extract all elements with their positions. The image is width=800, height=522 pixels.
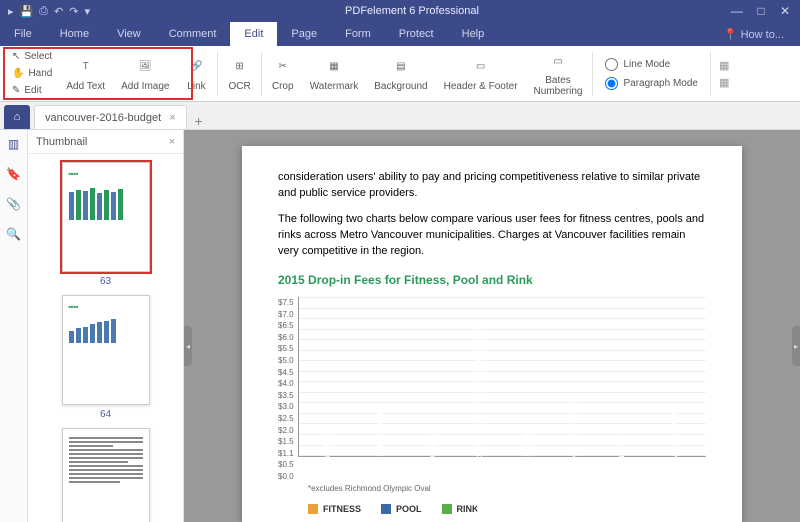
watermark-icon: ▦ [323,56,345,78]
header-footer-button[interactable]: ▭Header & Footer [436,49,526,99]
ribbon: ↖Select ✋Hand ✎Edit TAdd Text 🖼Add Image… [0,46,800,102]
search-icon[interactable]: 🔍 [6,226,22,242]
qat-more-icon[interactable]: ▾ [84,5,90,18]
background-icon: ▤ [390,56,412,78]
menu-home[interactable]: Home [46,22,103,46]
bookmarks-icon[interactable]: 🔖 [6,166,22,182]
align-group: ▦ ▦ [713,55,735,93]
minimize-button[interactable]: — [726,4,748,18]
thumbnail-list: ■■■■ 63 ■■■■ 64 65 [28,154,183,522]
thumbnail-page-number: 64 [62,409,150,420]
add-image-button[interactable]: 🖼Add Image [113,49,177,99]
legend-item: RINK [442,503,479,516]
link-icon: 🔗 [185,56,207,78]
body-text: The following two charts below compare v… [278,212,706,260]
link-button[interactable]: 🔗Link [177,49,215,99]
align-icon[interactable]: ▦ [719,59,729,72]
menu-help[interactable]: Help [448,22,499,46]
home-tab[interactable]: ⌂ [4,105,30,129]
document-tab-bar: ⌂ vancouver-2016-budget × + [0,102,800,130]
qat-print-icon[interactable]: ⎙ [39,5,48,18]
watermark-button[interactable]: ▦Watermark [302,49,367,99]
attachments-icon[interactable]: 📎 [6,196,22,212]
thumbnail-page-number: 63 [62,276,150,287]
home-icon: ⌂ [14,111,21,123]
edit-icon: ✎ [12,85,20,96]
bates-icon: ▭ [547,50,569,72]
menu-form[interactable]: Form [331,22,385,46]
menu-view[interactable]: View [103,22,155,46]
title-bar: ▸ 💾 ⎙ ↶ ↷ ▾ PDFelement 6 Professional — … [0,0,800,22]
menu-comment[interactable]: Comment [155,22,231,46]
pdf-page: consideration users' ability to pay and … [242,146,742,522]
ribbon-cursor-group: ↖Select ✋Hand ✎Edit [6,47,58,101]
thumbnail-page[interactable]: 65 [62,428,150,522]
quick-access-toolbar: ▸ 💾 ⎙ ↶ ↷ ▾ [0,5,98,18]
panel-collapse-right[interactable]: ▸ [792,326,800,366]
maximize-button[interactable]: □ [750,4,772,18]
close-thumbnail-icon[interactable]: × [169,136,175,148]
thumbnail-page[interactable]: ■■■■ 64 [62,295,150,420]
thumbnail-page[interactable]: ■■■■ 63 [62,162,150,287]
side-toolbar: ▥ 🔖 📎 🔍 [0,130,28,522]
workspace: ▥ 🔖 📎 🔍 Thumbnail × ■■■■ 63 ■■■■ 64 65 ◂ [0,130,800,522]
chart-y-axis: $7.5$7.0$6.5$6.0$5.5$5.0$4.5$4.0$3.5$3.0… [278,297,298,457]
align-icon-2[interactable]: ▦ [719,76,729,89]
add-text-button[interactable]: TAdd Text [58,49,113,99]
qat-undo-icon[interactable]: ↶ [54,5,63,18]
crop-icon: ✂ [272,56,294,78]
hand-tool[interactable]: ✋Hand [12,66,52,82]
qat-redo-icon[interactable]: ↷ [69,5,78,18]
ocr-button[interactable]: ⊞OCR [220,49,258,99]
close-button[interactable]: ✕ [774,4,796,18]
add-tab-button[interactable]: + [187,113,207,129]
how-to-link[interactable]: 📍 How to... [724,28,800,41]
text-icon: T [75,56,97,78]
crop-button[interactable]: ✂Crop [264,49,302,99]
header-footer-icon: ▭ [470,56,492,78]
thumbnail-header: Thumbnail × [28,130,183,154]
cursor-icon: ↖ [12,51,20,62]
image-icon: 🖼 [134,56,156,78]
body-text: consideration users' ability to pay and … [278,170,706,202]
thumbnail-panel: Thumbnail × ■■■■ 63 ■■■■ 64 65 [28,130,184,522]
menu-file[interactable]: File [0,22,46,46]
document-viewer[interactable]: ◂ ▸ consideration users' ability to pay … [184,130,800,522]
line-mode-radio[interactable]: Line Mode [605,58,698,71]
qat-file-icon[interactable]: ▸ [8,5,14,18]
edit-mode-group: Line Mode Paragraph Mode [595,54,708,94]
app-title: PDFelement 6 Professional [98,5,726,17]
menu-bar: File Home View Comment Edit Page Form Pr… [0,22,800,46]
menu-edit[interactable]: Edit [230,22,277,46]
thumbnail-title: Thumbnail [36,136,87,148]
bates-button[interactable]: ▭Bates Numbering [526,49,591,99]
document-tab-label: vancouver-2016-budget [45,112,161,124]
chart: $7.5$7.0$6.5$6.0$5.5$5.0$4.5$4.0$3.5$3.0… [278,297,706,477]
panel-collapse-left[interactable]: ◂ [184,326,192,366]
select-tool[interactable]: ↖Select [12,49,52,65]
menu-page[interactable]: Page [277,22,331,46]
legend-item: POOL [381,503,422,516]
document-tab[interactable]: vancouver-2016-budget × [34,105,187,129]
paragraph-mode-radio[interactable]: Paragraph Mode [605,77,698,90]
ocr-icon: ⊞ [229,56,251,78]
hand-icon: ✋ [12,68,24,79]
menu-protect[interactable]: Protect [385,22,448,46]
chart-plot: BURNABYNORTH VANCOUVERSURREYSURREY LEISU… [298,297,706,457]
background-button[interactable]: ▤Background [366,49,435,99]
chart-legend: FITNESS POOL RINK [308,503,706,516]
chart-title: 2015 Drop-in Fees for Fitness, Pool and … [278,272,706,289]
chart-footnote: *excludes Richmond Olympic Oval [308,483,706,495]
close-tab-icon[interactable]: × [169,112,175,124]
legend-item: FITNESS [308,503,361,516]
thumbnails-icon[interactable]: ▥ [6,136,22,152]
edit-tool[interactable]: ✎Edit [12,83,52,99]
qat-save-icon[interactable]: 💾 [20,5,34,18]
